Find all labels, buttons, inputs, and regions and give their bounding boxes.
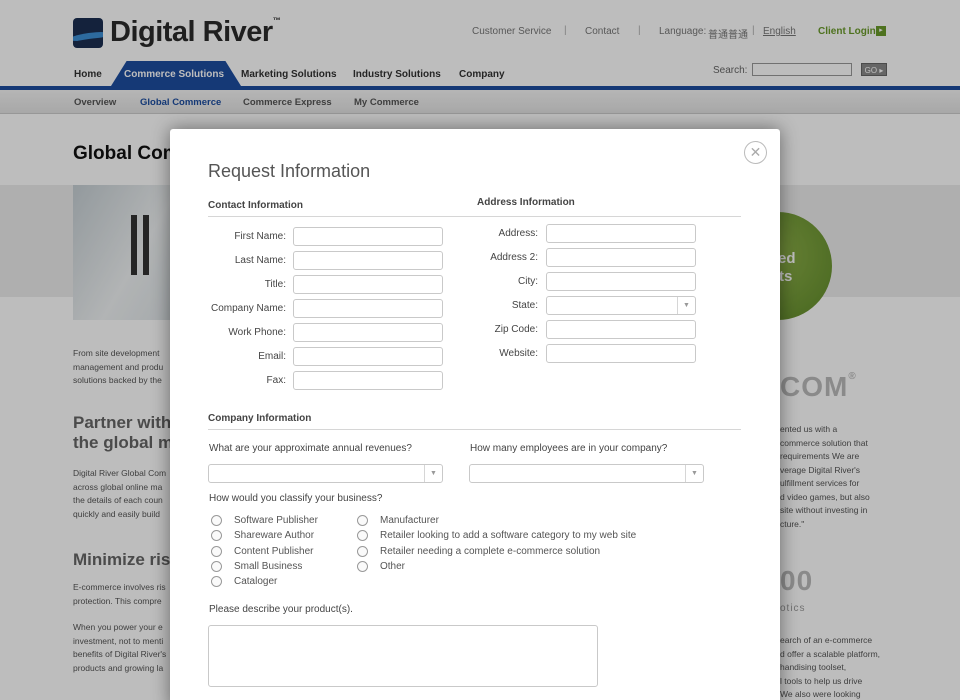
employees-select[interactable]: ▼ [469,464,704,483]
contact-information-heading: Contact Information [208,200,303,211]
website-label: Website: [499,348,538,359]
radio-circle[interactable] [211,530,222,541]
website-input[interactable] [546,344,696,363]
radio-circle[interactable] [357,546,368,557]
fax-input[interactable] [293,371,443,390]
first-name-label: First Name: [234,231,286,242]
revenues-question: What are your approximate annual revenue… [209,443,412,454]
zip-code-label: Zip Code: [494,324,538,335]
work-phone-label: Work Phone: [228,327,286,338]
radio-software-publisher[interactable]: Software Publisher [211,515,318,526]
section-divider [208,216,741,217]
radio-small-business[interactable]: Small Business [211,561,302,572]
address-information-heading: Address Information [477,197,575,208]
city-label: City: [518,276,538,287]
employees-question: How many employees are in your company? [470,443,668,454]
radio-shareware-author[interactable]: Shareware Author [211,530,314,541]
company-name-input[interactable] [293,299,443,318]
radio-circle[interactable] [357,530,368,541]
radio-retailer-complete-solution[interactable]: Retailer needing a complete e-commerce s… [357,546,600,557]
chevron-down-icon[interactable]: ▼ [677,297,695,314]
request-information-modal: ✕ Request Information Contact Informatio… [170,129,780,700]
radio-other[interactable]: Other [357,561,405,572]
radio-circle[interactable] [211,576,222,587]
chevron-down-icon[interactable]: ▼ [424,465,442,482]
company-information-heading: Company Information [208,413,312,424]
describe-products-question: Please describe your product(s). [209,604,353,615]
last-name-label: Last Name: [234,255,286,266]
radio-circle[interactable] [211,561,222,572]
chevron-down-icon[interactable]: ▼ [685,465,703,482]
work-phone-input[interactable] [293,323,443,342]
radio-circle[interactable] [357,515,368,526]
radio-cataloger[interactable]: Cataloger [211,576,277,587]
revenues-select[interactable]: ▼ [208,464,443,483]
city-input[interactable] [546,272,696,291]
radio-circle[interactable] [357,561,368,572]
address-input[interactable] [546,224,696,243]
fax-label: Fax: [266,375,286,386]
classify-business-question: How would you classify your business? [209,493,383,504]
state-label: State: [511,300,538,311]
radio-circle[interactable] [211,546,222,557]
modal-title: Request Information [208,161,371,181]
last-name-input[interactable] [293,251,443,270]
title-label: Title: [264,279,286,290]
products-description-textarea[interactable] [208,625,598,687]
close-icon[interactable]: ✕ [744,141,767,164]
zip-code-input[interactable] [546,320,696,339]
address2-input[interactable] [546,248,696,267]
address2-label: Address 2: [490,252,538,263]
section-divider [208,429,741,430]
email-label: Email: [258,351,286,362]
address-label: Address: [498,228,538,239]
state-select[interactable]: ▼ [546,296,696,315]
email-input[interactable] [293,347,443,366]
company-name-label: Company Name: [210,303,286,314]
radio-circle[interactable] [211,515,222,526]
radio-content-publisher[interactable]: Content Publisher [211,546,314,557]
title-input[interactable] [293,275,443,294]
radio-manufacturer[interactable]: Manufacturer [357,515,439,526]
first-name-input[interactable] [293,227,443,246]
radio-retailer-add-software[interactable]: Retailer looking to add a software categ… [357,530,636,541]
